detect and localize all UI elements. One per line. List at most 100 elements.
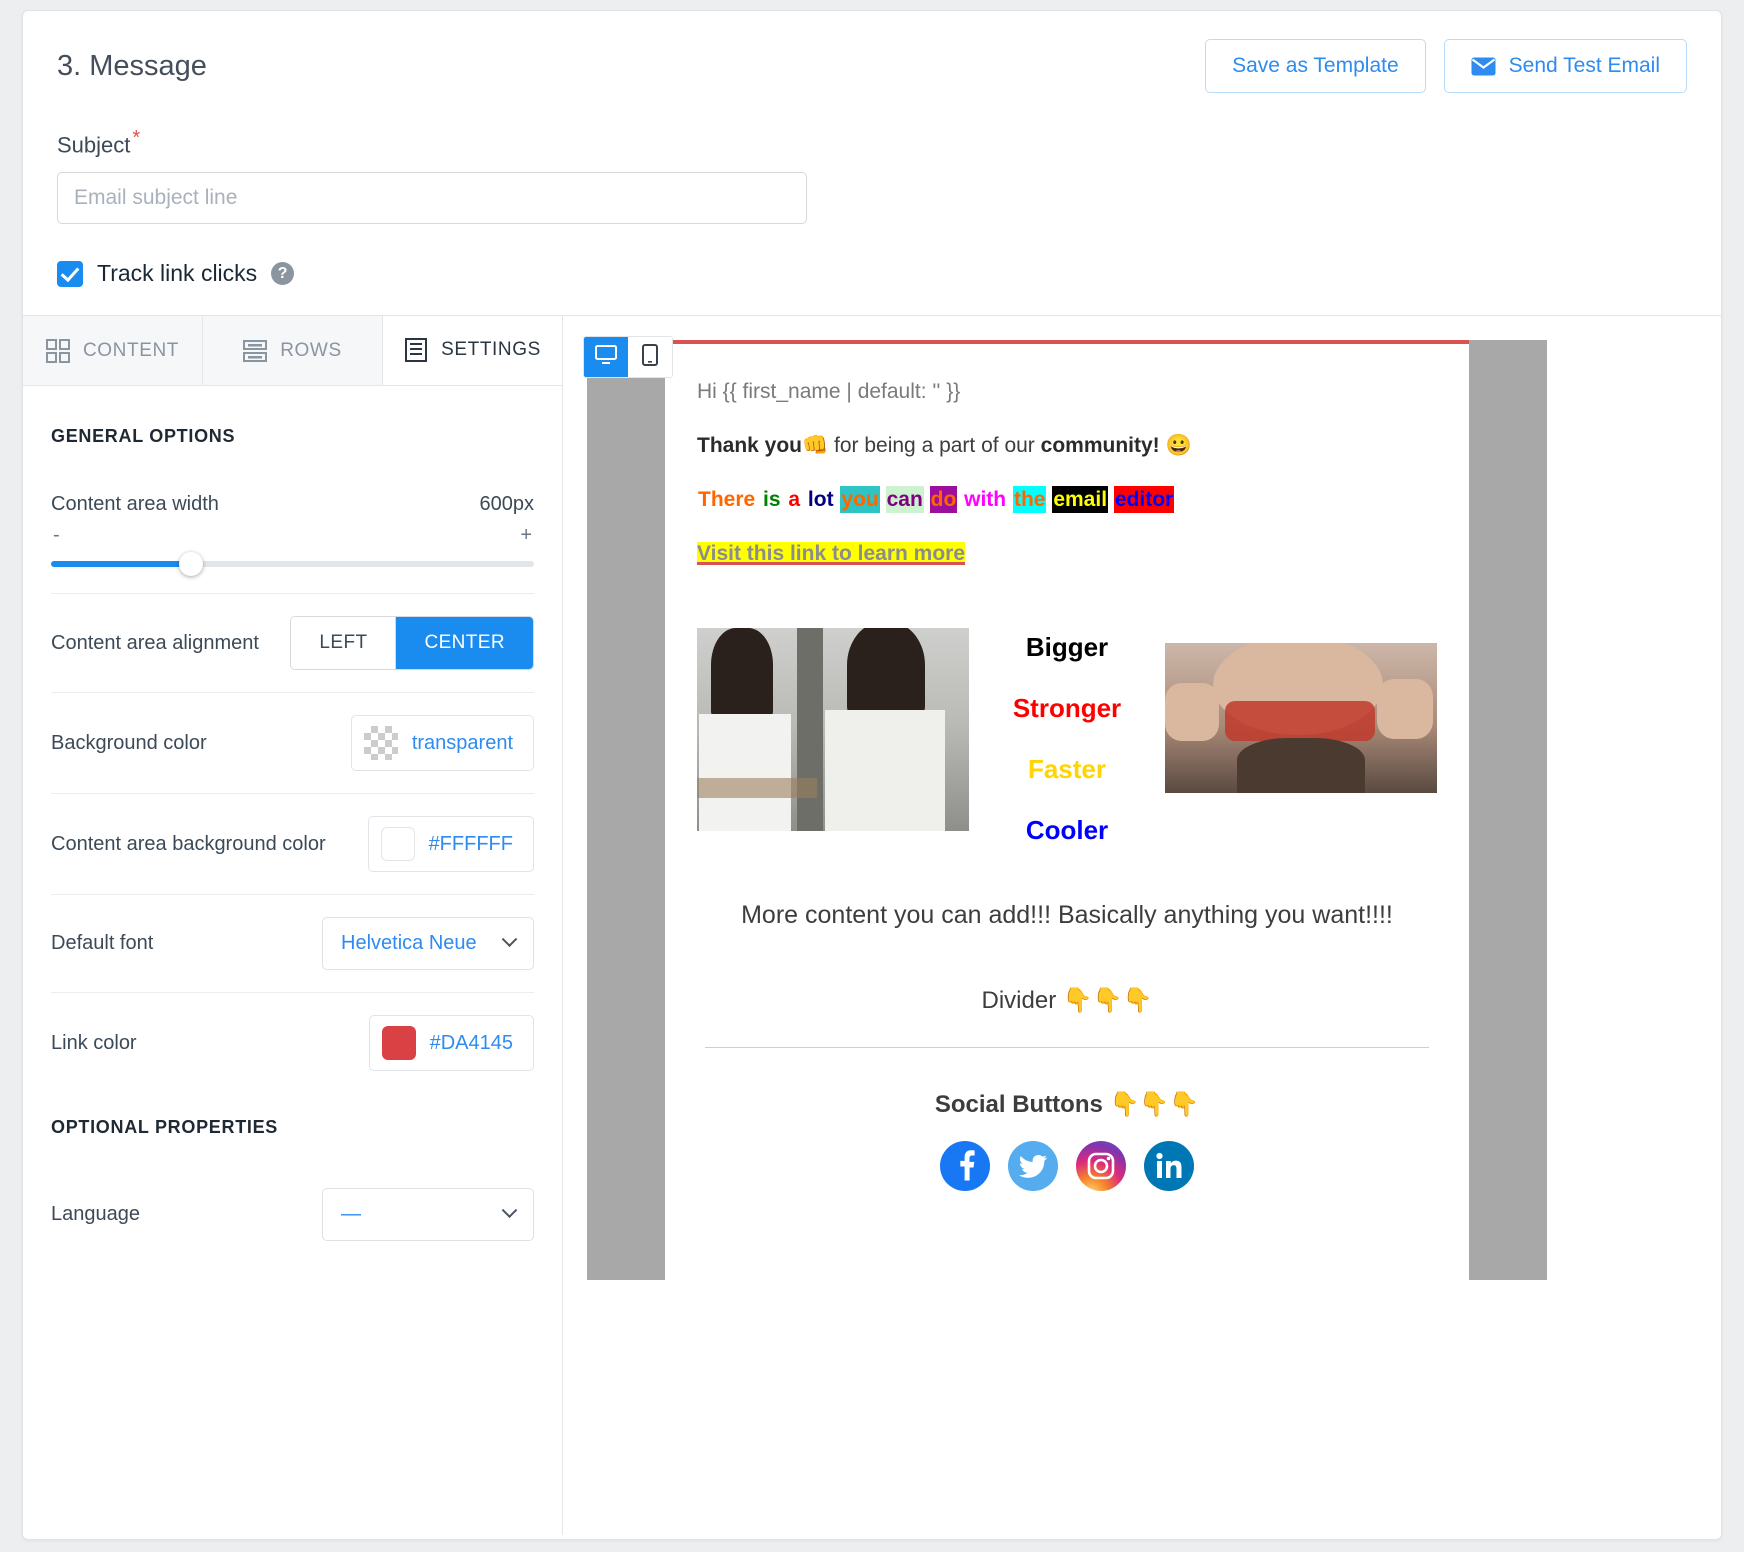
content-area-background-color-value: #FFFFFF	[429, 833, 513, 856]
desktop-preview-button[interactable]	[584, 337, 628, 377]
email-social-label: Social Buttons 👇👇👇	[697, 1090, 1437, 1119]
rainbow-word-a: a	[787, 486, 801, 513]
content-area-alignment-label: Content area alignment	[51, 632, 259, 655]
email-thanks-line: Thank you👊 for being a part of our commu…	[697, 434, 1437, 458]
rainbow-word-do: do	[930, 486, 958, 513]
alignment-left-button[interactable]: LEFT	[291, 617, 396, 669]
email-divider-rule	[705, 1047, 1429, 1048]
visit-link[interactable]: Visit this link to learn more	[697, 542, 965, 565]
link-color-row: Link color #DA4145	[51, 993, 534, 1093]
email-rainbow-line: There is a lot you can do with the email…	[697, 484, 1437, 516]
rainbow-word-editor: editor	[1114, 486, 1174, 513]
content-area-background-color-picker[interactable]: #FFFFFF	[368, 816, 534, 872]
required-asterisk: *	[132, 127, 140, 149]
background-color-picker[interactable]: transparent	[351, 715, 534, 771]
language-label: Language	[51, 1203, 140, 1226]
rows-icon	[243, 339, 267, 363]
content-area-width-slider[interactable]	[51, 561, 534, 567]
chevron-down-icon	[502, 1203, 518, 1219]
email-preview-stage: Hi {{ first_name | default: '' }} Thank …	[587, 340, 1547, 1280]
send-test-email-label: Send Test Email	[1509, 54, 1660, 78]
feature-word-faster: Faster	[969, 754, 1165, 785]
content-area-alignment-toggle: LEFT CENTER	[290, 616, 534, 670]
subject-input[interactable]	[57, 172, 807, 224]
email-preview-panel: Hi {{ first_name | default: '' }} Thank …	[563, 316, 1721, 1535]
app-page: 3. Message Save as Template Send Test Em…	[0, 0, 1744, 1552]
optional-properties-title: OPTIONAL PROPERTIES	[51, 1117, 534, 1138]
link-color-swatch-icon	[382, 1026, 416, 1060]
rainbow-word-can: can	[886, 486, 924, 513]
desktop-icon	[595, 345, 617, 370]
general-options-title: GENERAL OPTIONS	[51, 426, 534, 447]
slider-fill	[51, 561, 191, 567]
mobile-preview-button[interactable]	[628, 337, 672, 377]
tab-settings[interactable]: SETTINGS	[383, 316, 562, 385]
link-color-picker[interactable]: #DA4145	[369, 1015, 534, 1071]
tab-settings-label: SETTINGS	[441, 339, 541, 361]
transparent-swatch-icon	[364, 726, 398, 760]
link-color-value: #DA4145	[430, 1032, 513, 1055]
content-area-width-value: 600px	[480, 493, 535, 516]
editor-split: CONTENT ROWS	[23, 315, 1721, 1535]
feature-word-bigger: Bigger	[969, 632, 1165, 663]
track-link-clicks-checkbox[interactable]	[57, 261, 83, 287]
linkedin-icon[interactable]	[1144, 1141, 1194, 1191]
email-divider-label: Divider 👇👇👇	[697, 986, 1437, 1015]
save-as-template-label: Save as Template	[1232, 54, 1399, 78]
subject-field-group: Subject*	[23, 127, 1721, 224]
feature-word-cooler: Cooler	[969, 815, 1165, 846]
save-as-template-button[interactable]: Save as Template	[1205, 39, 1426, 93]
document-lines-icon	[404, 338, 428, 362]
email-more-content-text: More content you can add!!! Basically an…	[697, 901, 1437, 930]
editor-left-panel: CONTENT ROWS	[23, 316, 563, 1535]
background-color-row: Background color transparent	[51, 693, 534, 794]
default-font-label: Default font	[51, 932, 153, 955]
rainbow-word-lot: lot	[807, 486, 835, 513]
twitter-icon[interactable]	[1008, 1141, 1058, 1191]
background-color-value: transparent	[412, 732, 513, 755]
smile-emoji: 😀	[1166, 434, 1192, 457]
rainbow-word-is: is	[762, 486, 782, 513]
rainbow-word-you: you	[840, 486, 879, 513]
content-area-alignment-row: Content area alignment LEFT CENTER	[51, 594, 534, 693]
tab-rows-label: ROWS	[280, 340, 342, 362]
email-link-line: Visit this link to learn more	[697, 542, 1437, 566]
background-color-label: Background color	[51, 732, 207, 755]
default-font-row: Default font Helvetica Neue	[51, 895, 534, 993]
thanks-middle: for being a part of our	[828, 434, 1040, 457]
default-font-select[interactable]: Helvetica Neue	[322, 917, 534, 970]
device-preview-toggle	[583, 336, 673, 378]
email-feature-words: Bigger Stronger Faster Cooler	[969, 628, 1165, 846]
grid-icon	[46, 339, 70, 363]
language-value: —	[341, 1203, 361, 1226]
language-select[interactable]: —	[322, 1188, 534, 1241]
default-font-value: Helvetica Neue	[341, 932, 477, 955]
editor-tabs: CONTENT ROWS	[23, 316, 562, 386]
language-row: Language —	[51, 1166, 534, 1263]
alignment-center-button[interactable]: CENTER	[396, 617, 533, 669]
subject-label-text: Subject	[57, 132, 130, 157]
email-greeting: Hi {{ first_name | default: '' }}	[697, 380, 1437, 404]
thanks-bold-tail: community!	[1041, 434, 1160, 457]
subject-label: Subject*	[57, 127, 1687, 158]
tab-content[interactable]: CONTENT	[23, 316, 203, 385]
header-actions: Save as Template Send Test Email	[1205, 39, 1687, 93]
email-social-row	[697, 1141, 1437, 1191]
content-area-background-color-label: Content area background color	[51, 833, 326, 856]
send-test-email-button[interactable]: Send Test Email	[1444, 39, 1687, 93]
fist-emoji: 👊	[802, 434, 828, 457]
settings-panel-body: GENERAL OPTIONS Content area width 600px…	[23, 386, 562, 1263]
link-color-label: Link color	[51, 1032, 137, 1055]
rainbow-word-email: email	[1052, 486, 1108, 513]
sunglasses-meme-image	[1165, 643, 1437, 793]
slider-thumb[interactable]	[179, 552, 203, 576]
facebook-icon[interactable]	[940, 1141, 990, 1191]
instagram-icon[interactable]	[1076, 1141, 1126, 1191]
track-link-clicks-label: Track link clicks	[97, 260, 257, 287]
mobile-icon	[642, 344, 658, 371]
tab-rows[interactable]: ROWS	[203, 316, 383, 385]
rainbow-word-with: with	[963, 486, 1007, 513]
question-mark-icon[interactable]: ?	[271, 262, 294, 285]
slider-minus-label: -	[53, 524, 60, 547]
gym-meme-image	[697, 628, 969, 831]
